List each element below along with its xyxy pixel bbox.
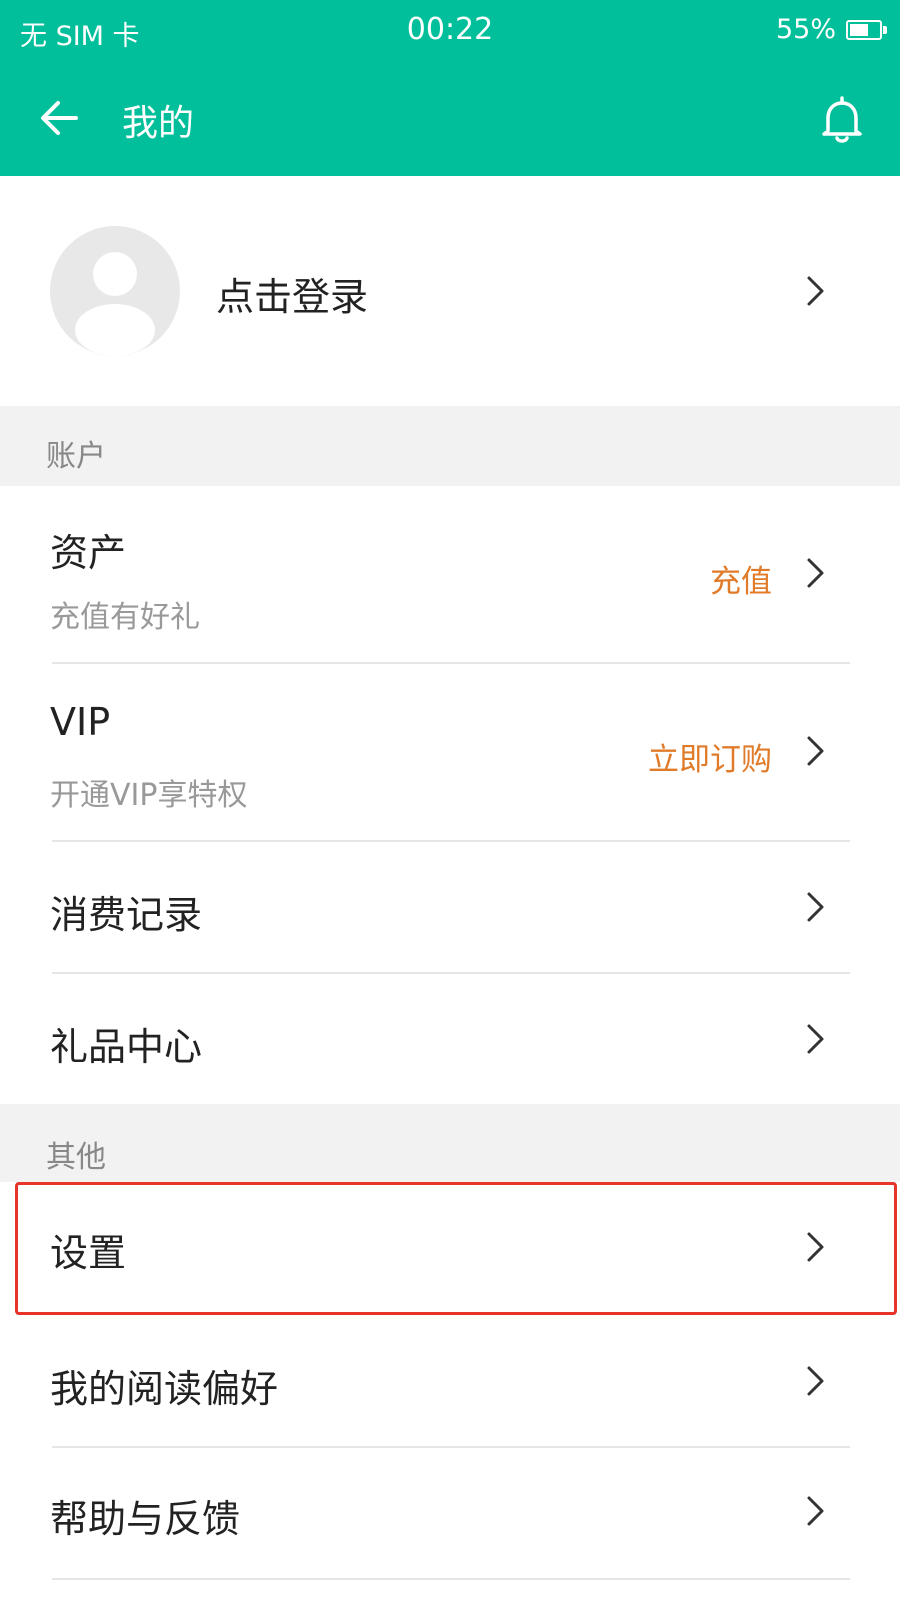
chevron-right-icon — [807, 1024, 824, 1054]
recharge-link[interactable]: 充值 — [710, 556, 772, 601]
item-title: 礼品中心 — [50, 1025, 203, 1069]
back-button[interactable] — [32, 90, 88, 146]
battery-indicator: 55% — [775, 14, 887, 45]
chevron-right-icon — [807, 736, 824, 766]
divider — [52, 1578, 850, 1580]
list-item-help-feedback[interactable]: 帮助与反馈 — [0, 1448, 900, 1578]
page-title: 我的 — [122, 103, 195, 144]
bell-icon — [822, 96, 862, 143]
item-title: 消费记录 — [50, 893, 203, 937]
list-item-gift-center[interactable]: 礼品中心 — [0, 974, 900, 1104]
section-header-other: 其他 — [0, 1104, 900, 1182]
item-subtitle: 开通VIP享特权 — [50, 778, 248, 813]
user-avatar-icon — [75, 252, 155, 356]
list-item-assets[interactable]: 资产 充值有好礼 充值 — [0, 486, 900, 662]
chevron-right-icon — [807, 1366, 824, 1396]
app-bar: 我的 — [0, 64, 900, 176]
login-label: 点击登录 — [216, 275, 369, 319]
battery-icon — [846, 19, 887, 40]
battery-percent: 55% — [775, 14, 836, 45]
chevron-right-icon — [807, 558, 824, 588]
chevron-right-icon — [807, 1496, 824, 1526]
item-subtitle: 充值有好礼 — [50, 600, 200, 635]
list-item-vip[interactable]: VIP 开通VIP享特权 立即订购 — [0, 664, 900, 840]
chevron-right-icon — [807, 892, 824, 922]
chevron-right-icon — [807, 276, 824, 306]
list-item-reading-preferences[interactable]: 我的阅读偏好 — [0, 1318, 900, 1446]
item-title: 帮助与反馈 — [50, 1497, 241, 1541]
section-header-account: 账户 — [0, 406, 900, 486]
list-item-purchase-history[interactable]: 消费记录 — [0, 842, 900, 972]
item-title: VIP — [50, 700, 111, 744]
clock: 00:22 — [406, 12, 494, 47]
avatar — [50, 226, 180, 356]
highlight-box — [15, 1182, 897, 1315]
status-bar: 无 SIM 卡 00:22 55% — [0, 0, 900, 64]
section-title: 账户 — [46, 439, 106, 474]
item-title: 我的阅读偏好 — [50, 1367, 279, 1411]
login-row[interactable]: 点击登录 — [0, 176, 900, 406]
section-title: 其他 — [46, 1140, 106, 1175]
subscribe-link[interactable]: 立即订购 — [648, 734, 772, 779]
arrow-left-icon — [41, 101, 78, 135]
notification-button[interactable] — [814, 92, 870, 148]
item-title: 资产 — [50, 531, 127, 575]
